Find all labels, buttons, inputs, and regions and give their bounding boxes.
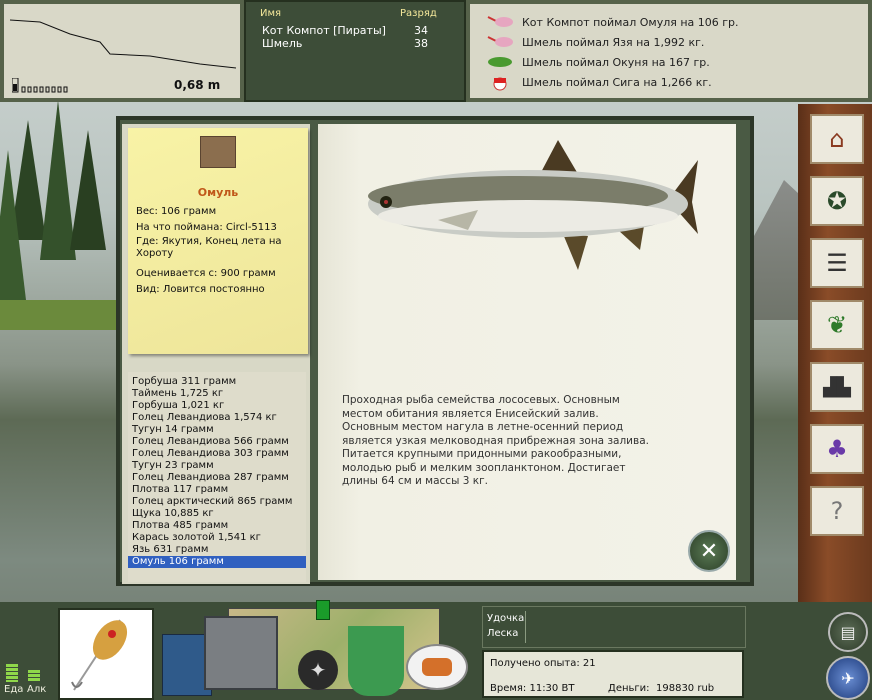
spinner-lure-icon <box>71 619 128 691</box>
globe-icon: ✈ <box>841 668 855 688</box>
current-lure[interactable] <box>58 608 154 700</box>
food-meter <box>6 664 18 682</box>
food-icon <box>422 658 452 676</box>
player-rank: 34 <box>414 24 428 37</box>
player-name: Кот Компот [Пираты] <box>262 24 386 37</box>
fish-list-item[interactable]: Карась золотой 1,541 кг <box>128 532 306 544</box>
globe-button[interactable]: ✈ <box>826 656 870 700</box>
laurel-icon: ❦ <box>826 311 848 339</box>
menu-button[interactable]: ▤ <box>828 612 868 652</box>
leaf-bait-icon <box>486 54 514 70</box>
time-label: Время: 11:30 ВТ <box>490 683 575 694</box>
chat-button[interactable]: ☰ <box>810 238 864 288</box>
notebook-icon: ▤ <box>840 622 856 642</box>
chat-icon: ☰ <box>826 249 848 277</box>
team-button[interactable]: ♣ <box>810 424 864 474</box>
podium-icon: ▟▙ <box>823 376 851 398</box>
lure-icon <box>486 14 514 30</box>
catch-news-panel: Кот Компот поймал Омуля на 106 гр. Шмель… <box>466 0 872 102</box>
fish-name: Омуль <box>197 186 239 199</box>
lure-icon <box>486 34 514 50</box>
fish-list-item[interactable]: Тугун 23 грамм <box>128 460 306 472</box>
fish-description: Проходная рыба семейства лососевых. Осно… <box>342 394 649 487</box>
fish-list-item[interactable]: Тугун 14 грамм <box>128 424 306 436</box>
fish-list-item[interactable]: Голец Левандиова 566 грамм <box>128 436 306 448</box>
fish-list-item[interactable]: Голец Левандиова 287 грамм <box>128 472 306 484</box>
fish-list-item[interactable]: Омуль 106 грамм <box>128 556 306 568</box>
fish-illustration <box>368 140 698 270</box>
money-label: Деньги: <box>608 683 650 694</box>
team-icon: ♣ <box>826 435 848 463</box>
rod-panel: Удочка Леска <box>482 606 746 648</box>
close-button[interactable]: ✕ <box>688 530 730 572</box>
player-row[interactable]: Кот Компот [Пираты] <box>262 24 386 37</box>
compass-icon: ✦ <box>309 658 327 682</box>
player-name: Шмель <box>262 37 303 50</box>
float-icon <box>486 74 514 91</box>
fish-list-item[interactable]: Плотва 485 грамм <box>128 520 306 532</box>
fish-bait: На что поймана: Circl-5113 <box>136 222 277 233</box>
news-item: Шмель поймал Сига на 1,266 кг. <box>522 76 712 89</box>
tree <box>0 150 26 300</box>
book-right-page <box>318 124 736 580</box>
fish-list-item[interactable]: Щука 10,885 кг <box>128 508 306 520</box>
depth-panel: 0,68 m <box>0 0 244 102</box>
house-icon: ⌂ <box>829 125 845 153</box>
pushpin-icon <box>200 136 236 168</box>
money-value: 198830 rub <box>656 683 715 694</box>
right-toolbar: ⌂ ✪ ☰ ❦ ▟▙ ♣ ? <box>798 104 872 602</box>
players-name-header: Имя <box>260 8 282 19</box>
experience-label: Получено опыта: 21 <box>490 658 596 669</box>
tree <box>70 130 106 250</box>
fish-list-item[interactable]: Язь 631 грамм <box>128 544 306 556</box>
help-icon: ? <box>830 497 844 525</box>
player-rank: 38 <box>414 37 428 50</box>
compass-button[interactable]: ✪ <box>810 176 864 226</box>
fish-list-item[interactable]: Таймень 1,725 кг <box>128 388 306 400</box>
achievements-button[interactable]: ❦ <box>810 300 864 350</box>
fish-basket-button[interactable] <box>348 626 404 696</box>
fish-valued: Оценивается с: 900 грамм <box>136 268 276 279</box>
fish-weight: Вес: 106 грамм <box>136 206 217 217</box>
divider <box>525 611 526 643</box>
caught-fish-list[interactable]: Горбуша 311 грамм Таймень 1,725 кг Горбуша… <box>128 372 306 582</box>
news-item: Шмель поймал Окуня на 167 гр. <box>522 56 710 69</box>
fish-list-item[interactable]: Голец арктический 865 грамм <box>128 496 306 508</box>
fish-list-item[interactable]: Голец Левандиова 1,574 кг <box>128 412 306 424</box>
fish-list-item[interactable]: Горбуша 311 грамм <box>128 376 306 388</box>
fish-info-note: Омуль Вес: 106 грамм На что поймана: Cir… <box>128 128 308 354</box>
fish-list-item[interactable]: Плотва 117 грамм <box>128 484 306 496</box>
players-panel: Имя Разряд Кот Компот [Пираты] 34 Шмель … <box>244 0 466 102</box>
rating-button[interactable]: ▟▙ <box>810 362 864 412</box>
close-icon: ✕ <box>699 538 719 564</box>
line-label: Леска <box>487 628 519 639</box>
fish-kind: Вид: Ловится постоянно <box>136 284 265 295</box>
fish-list-item[interactable]: Голец Левандиова 303 грамм <box>128 448 306 460</box>
green-marker <box>316 600 330 620</box>
food-label: Еда <box>4 684 24 695</box>
news-item: Кот Компот поймал Омуля на 106 гр. <box>522 16 739 29</box>
battery-indicator <box>11 77 72 93</box>
status-panel: Получено опыта: 21 Время: 11:30 ВТ Деньг… <box>482 650 744 698</box>
news-item: Шмель поймал Язя на 1,992 кг. <box>522 36 705 49</box>
fish-location: Где: Якутия, Конец лета на Хороту <box>136 236 282 259</box>
player-row[interactable]: Шмель <box>262 37 302 50</box>
rod-label: Удочка <box>487 613 525 624</box>
tackle-box-button[interactable] <box>204 616 278 690</box>
compass-gear-button[interactable]: ✦ <box>298 650 338 690</box>
help-button[interactable]: ? <box>810 486 864 536</box>
food-plate-button[interactable] <box>406 644 468 690</box>
fish-list-item[interactable]: Горбуша 1,021 кг <box>128 400 306 412</box>
players-rank-header: Разряд <box>400 8 437 19</box>
compass-icon: ✪ <box>826 187 848 215</box>
depth-profile-chart <box>10 19 237 69</box>
alcohol-meter <box>28 670 40 682</box>
depth-value: 0,68 m <box>174 78 221 92</box>
house-button[interactable]: ⌂ <box>810 114 864 164</box>
shore <box>0 300 120 330</box>
alcohol-label: Алк <box>27 684 47 695</box>
gear-area: ✦ <box>158 600 478 700</box>
